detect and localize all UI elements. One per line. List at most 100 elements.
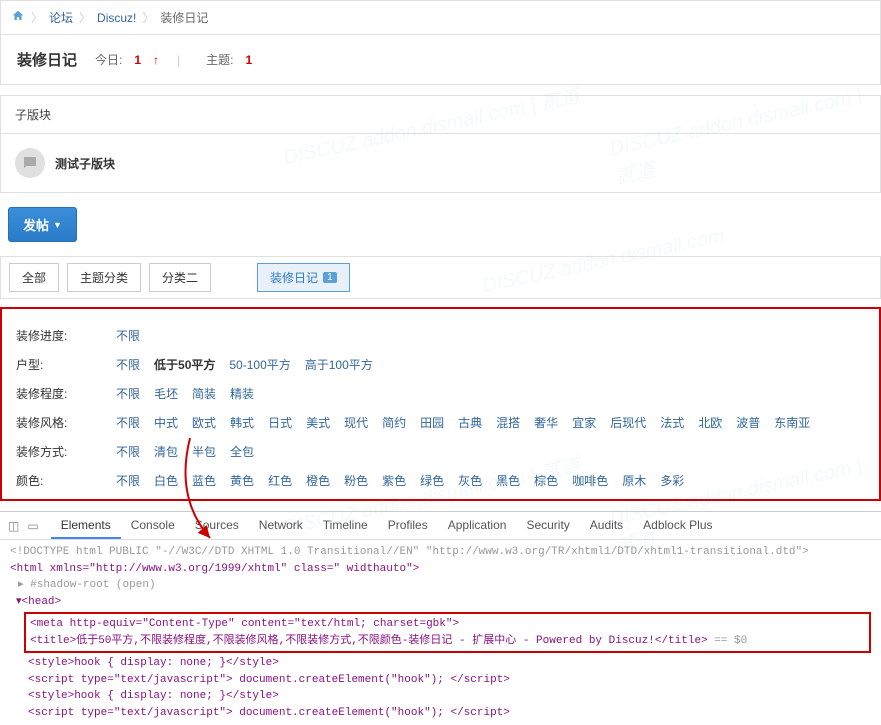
devtools-tab-audits[interactable]: Audits bbox=[580, 513, 633, 539]
filter-label: 户型: bbox=[16, 356, 116, 373]
chevron-down-icon: ▼ bbox=[53, 220, 62, 230]
filter-row-method: 装修方式: 不限清包半包全包 bbox=[16, 437, 865, 466]
filter-option[interactable]: 简约 bbox=[382, 414, 406, 431]
filter-option[interactable]: 东南亚 bbox=[774, 414, 810, 431]
filter-option[interactable]: 不限 bbox=[116, 472, 140, 489]
filter-row-type: 户型: 不限低于50平方 50-100平方高于100平方 bbox=[16, 350, 865, 379]
filter-option[interactable]: 咖啡色 bbox=[572, 472, 608, 489]
filter-option[interactable]: 宜家 bbox=[572, 414, 596, 431]
filter-option[interactable]: 奢华 bbox=[534, 414, 558, 431]
forum-header: 装修日记 今日: 1 ↑ | 主题: 1 bbox=[0, 35, 881, 85]
sub-forum-block: 子版块 测试子版块 bbox=[0, 95, 881, 193]
filter-option[interactable]: 不限 bbox=[116, 356, 140, 373]
devtools-panel: ◫ ▭ ElementsConsoleSourcesNetworkTimelin… bbox=[0, 511, 881, 725]
script-line: <script type="text/javascript"> document… bbox=[10, 705, 871, 722]
filter-option[interactable]: 北欧 bbox=[698, 414, 722, 431]
filter-option[interactable]: 后现代 bbox=[610, 414, 646, 431]
filter-option[interactable]: 不限 bbox=[116, 414, 140, 431]
filter-option[interactable]: 波普 bbox=[736, 414, 760, 431]
home-icon[interactable] bbox=[11, 9, 25, 26]
today-label: 今日: bbox=[95, 51, 122, 68]
html-tag-line: <html xmlns="http://www.w3.org/1999/xhtm… bbox=[10, 561, 871, 578]
filter-option[interactable]: 精装 bbox=[230, 385, 254, 402]
filter-option[interactable]: 粉色 bbox=[344, 472, 368, 489]
tab-active-label: 装修日记 bbox=[270, 269, 318, 286]
filter-option[interactable]: 现代 bbox=[344, 414, 368, 431]
filter-option[interactable]: 橙色 bbox=[306, 472, 330, 489]
filter-option[interactable]: 混搭 bbox=[496, 414, 520, 431]
devtools-tab-adblock plus[interactable]: Adblock Plus bbox=[633, 513, 722, 539]
devtools-source[interactable]: <!DOCTYPE html PUBLIC "-//W3C//DTD XHTML… bbox=[0, 540, 881, 725]
filter-option[interactable]: 田园 bbox=[420, 414, 444, 431]
device-icon[interactable]: ▭ bbox=[27, 519, 38, 533]
filter-option[interactable]: 黑色 bbox=[496, 472, 520, 489]
sub-forum-link[interactable]: 测试子版块 bbox=[55, 155, 115, 172]
breadcrumb-forum[interactable]: 论坛 bbox=[49, 9, 73, 26]
tab-badge: 1 bbox=[323, 272, 337, 283]
devtools-tab-elements[interactable]: Elements bbox=[51, 513, 121, 539]
filter-option[interactable]: 低于50平方 bbox=[154, 356, 215, 373]
filter-option[interactable]: 绿色 bbox=[420, 472, 444, 489]
filter-option[interactable]: 灰色 bbox=[458, 472, 482, 489]
title-line: <title>低于50平方,不限装修程度,不限装修风格,不限装修方式,不限颜色-… bbox=[30, 633, 865, 650]
filter-option[interactable]: 50-100平方 bbox=[229, 356, 290, 373]
head-open-line: ▾<head> bbox=[10, 594, 871, 611]
doctype-line: <!DOCTYPE html PUBLIC "-//W3C//DTD XHTML… bbox=[10, 544, 871, 561]
tab-topic-class[interactable]: 主题分类 bbox=[67, 263, 141, 292]
filter-opts: 不限 bbox=[116, 327, 140, 344]
filter-tabs: 全部 主题分类 分类二 装修日记 1 bbox=[0, 256, 881, 299]
filter-option[interactable]: 日式 bbox=[268, 414, 292, 431]
filter-opts: 不限中式欧式韩式日式美式现代简约田园古典混搭奢华宜家后现代法式北欧波普东南亚 bbox=[116, 414, 810, 431]
filter-option[interactable]: 不限 bbox=[116, 327, 140, 344]
filter-option[interactable]: 白色 bbox=[154, 472, 178, 489]
filter-opts: 不限白色蓝色黄色红色橙色粉色紫色绿色灰色黑色棕色咖啡色原木多彩 bbox=[116, 472, 684, 489]
filter-option[interactable]: 法式 bbox=[660, 414, 684, 431]
filter-option[interactable]: 古典 bbox=[458, 414, 482, 431]
filter-option[interactable]: 韩式 bbox=[230, 414, 254, 431]
inspect-icon[interactable]: ◫ bbox=[8, 519, 19, 533]
devtools-tab-sources[interactable]: Sources bbox=[185, 513, 249, 539]
filter-option[interactable]: 黄色 bbox=[230, 472, 254, 489]
meta-line: <meta http-equiv="Content-Type" content=… bbox=[30, 616, 865, 633]
filter-option[interactable]: 毛坯 bbox=[154, 385, 178, 402]
style-line: <style>hook { display: none; }</style> bbox=[10, 655, 871, 672]
topic-label: 主题: bbox=[206, 51, 233, 68]
devtools-tabs: ◫ ▭ ElementsConsoleSourcesNetworkTimelin… bbox=[0, 512, 881, 540]
tab-class2[interactable]: 分类二 bbox=[149, 263, 211, 292]
post-button[interactable]: 发帖 ▼ bbox=[8, 207, 77, 242]
filter-option[interactable]: 简装 bbox=[192, 385, 216, 402]
filter-opts: 不限低于50平方 50-100平方高于100平方 bbox=[116, 356, 373, 373]
filter-option[interactable]: 美式 bbox=[306, 414, 330, 431]
filter-option[interactable]: 红色 bbox=[268, 472, 292, 489]
filter-option[interactable]: 中式 bbox=[154, 414, 178, 431]
filter-option[interactable]: 棕色 bbox=[534, 472, 558, 489]
devtools-tab-profiles[interactable]: Profiles bbox=[378, 513, 438, 539]
devtools-tab-console[interactable]: Console bbox=[121, 513, 185, 539]
tab-all[interactable]: 全部 bbox=[9, 263, 59, 292]
filter-panel: 装修进度: 不限 户型: 不限低于50平方50-100平方高于100平方 装修程… bbox=[0, 307, 881, 501]
devtools-tab-security[interactable]: Security bbox=[516, 513, 579, 539]
divider: | bbox=[177, 53, 180, 67]
devtools-tab-timeline[interactable]: Timeline bbox=[313, 513, 378, 539]
post-button-label: 发帖 bbox=[23, 215, 49, 234]
filter-option[interactable]: 半包 bbox=[192, 443, 216, 460]
filter-row-degree: 装修程度: 不限毛坯简装精装 bbox=[16, 379, 865, 408]
filter-option[interactable]: 不限 bbox=[116, 443, 140, 460]
filter-option[interactable]: 紫色 bbox=[382, 472, 406, 489]
sep-icon: 〉 bbox=[79, 9, 91, 26]
filter-option[interactable]: 蓝色 bbox=[192, 472, 216, 489]
filter-option[interactable]: 多彩 bbox=[660, 472, 684, 489]
highlighted-source: <meta http-equiv="Content-Type" content=… bbox=[24, 612, 871, 653]
devtools-tab-application[interactable]: Application bbox=[438, 513, 517, 539]
filter-label: 装修风格: bbox=[16, 414, 116, 431]
filter-option[interactable]: 原木 bbox=[622, 472, 646, 489]
filter-row-style: 装修风格: 不限中式欧式韩式日式美式现代简约田园古典混搭奢华宜家后现代法式北欧波… bbox=[16, 408, 865, 437]
devtools-tab-network[interactable]: Network bbox=[249, 513, 313, 539]
filter-option[interactable]: 全包 bbox=[230, 443, 254, 460]
filter-option[interactable]: 清包 bbox=[154, 443, 178, 460]
filter-option[interactable]: 欧式 bbox=[192, 414, 216, 431]
filter-option[interactable]: 不限 bbox=[116, 385, 140, 402]
tab-active[interactable]: 装修日记 1 bbox=[257, 263, 350, 292]
breadcrumb-discuz[interactable]: Discuz! bbox=[97, 11, 136, 25]
filter-option[interactable]: 高于100平方 bbox=[305, 356, 373, 373]
